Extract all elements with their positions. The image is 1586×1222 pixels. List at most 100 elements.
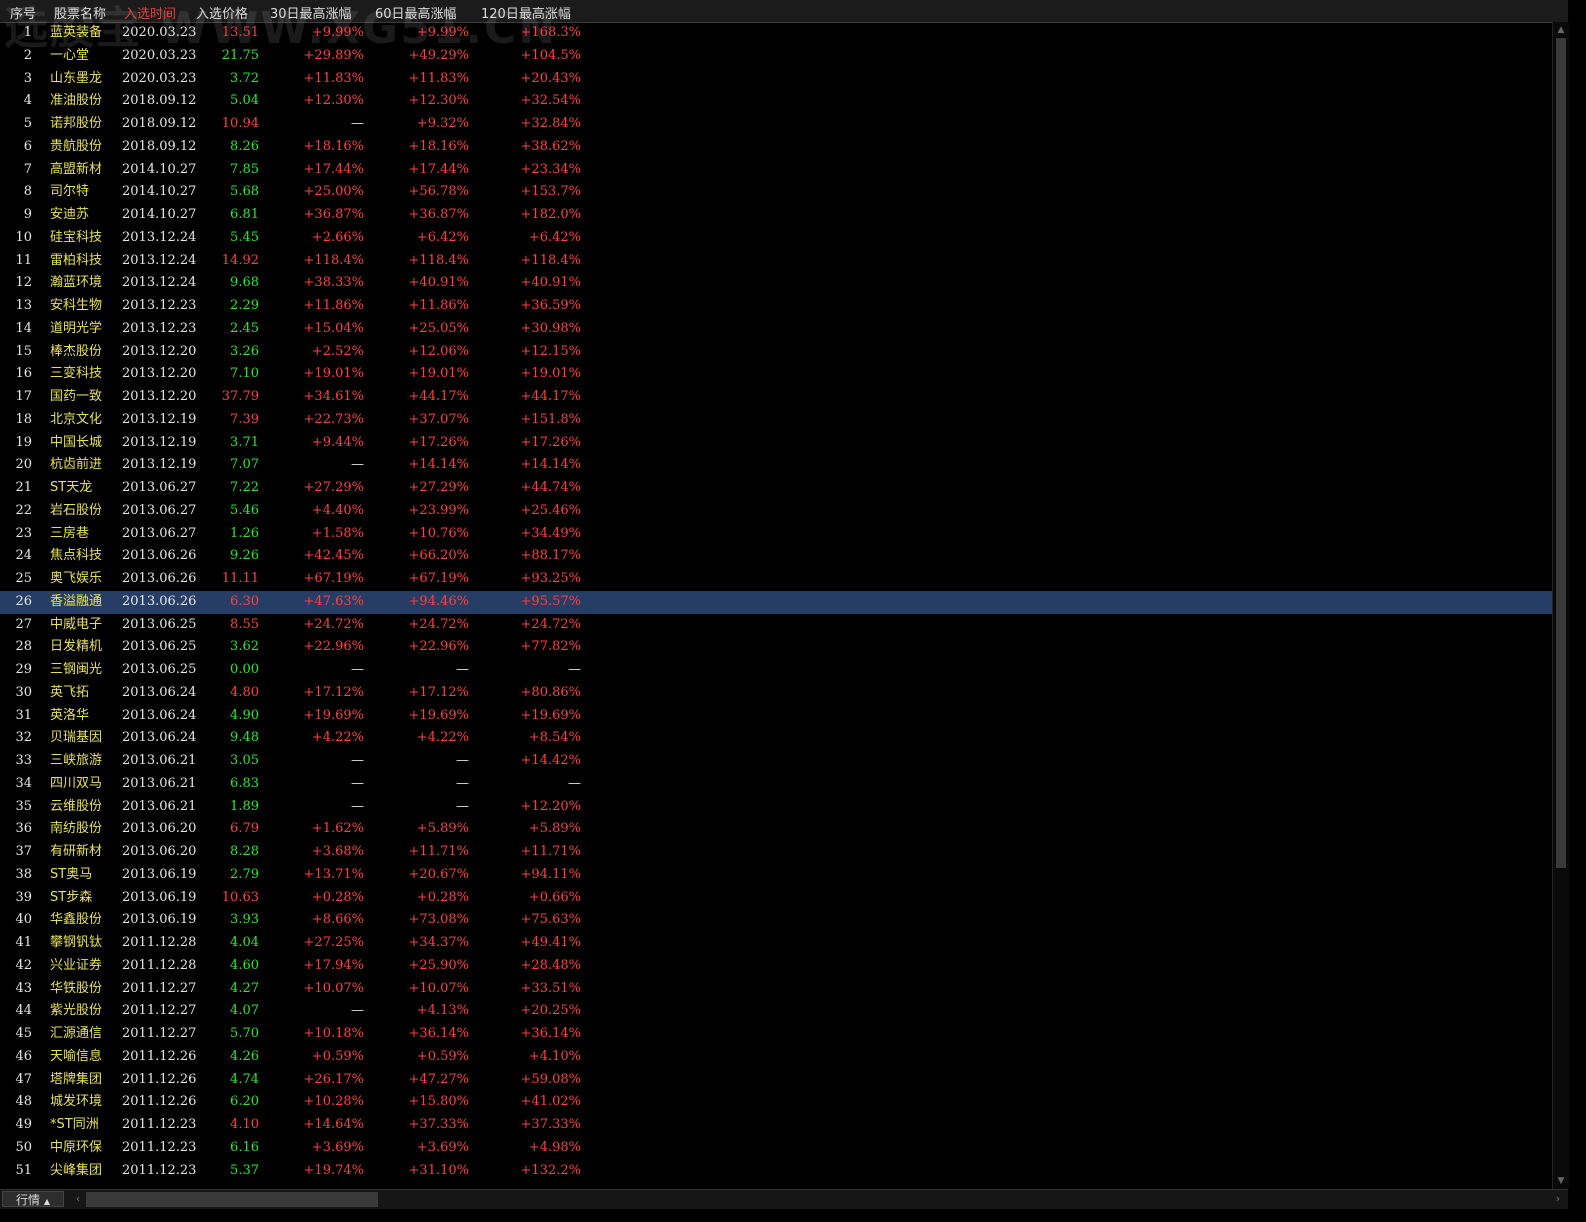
table-row[interactable]: 23 三房巷 2013.06.27 1.26 +1.58% +10.76% +34.49% (0, 523, 1552, 546)
table-row[interactable]: 48 城发环境 2011.12.26 6.20 +10.28% +15.80% +41.02… (0, 1091, 1552, 1114)
table-row[interactable]: 9 安迪苏 2014.10.27 6.81 +36.87% +36.87% +182.0% (0, 204, 1552, 227)
row-index: 20 (15, 457, 32, 473)
table-row[interactable]: 26 香溢融通 2013.06.26 6.30 +47.63% +94.46% +95.57… (0, 590, 1552, 614)
max-gain-30d: +17.12% (303, 684, 364, 700)
column-header-name[interactable]: 股票名称 (54, 3, 106, 22)
column-header-date[interactable]: 入选时间 (124, 3, 176, 22)
table-row[interactable]: 11 雷柏科技 2013.12.24 14.92 +118.4% +118.4% +118.… (0, 250, 1552, 273)
table-row[interactable]: 49 *ST同洲 2011.12.23 4.10 +14.64% +37.33% +37.3… (0, 1114, 1552, 1137)
stock-name: 蓝英装备 (50, 25, 103, 40)
column-header-gain-120[interactable]: 120日最高涨幅 (481, 3, 571, 22)
max-gain-60d: +17.44% (408, 161, 469, 177)
max-gain-60d: +6.42% (416, 229, 469, 245)
vertical-scrollbar[interactable]: ▲ ▼ (1552, 22, 1569, 1189)
table-row[interactable]: 24 焦点科技 2013.06.26 9.26 +42.45% +66.20% +88.17… (0, 545, 1552, 568)
table-row[interactable]: 40 华鑫股份 2013.06.19 3.93 +8.66% +73.08% +75.63% (0, 909, 1552, 932)
table-row[interactable]: 39 ST步森 2013.06.19 10.63 +0.28% +0.28% +0.66% (0, 887, 1552, 910)
table-row[interactable]: 45 汇源通信 2011.12.27 5.70 +10.18% +36.14% +36.14… (0, 1023, 1552, 1046)
table-row[interactable]: 20 杭齿前进 2013.12.19 7.07 — +14.14% +14.14% (0, 454, 1552, 477)
table-row[interactable]: 34 四川双马 2013.06.21 6.83 — — — (0, 773, 1552, 796)
scroll-up-arrow-icon[interactable]: ▲ (1556, 24, 1566, 36)
table-row[interactable]: 10 硅宝科技 2013.12.24 5.45 +2.66% +6.42% +6.42% (0, 227, 1552, 250)
table-row[interactable]: 42 兴业证券 2011.12.28 4.60 +17.94% +25.90% +28.48… (0, 955, 1552, 978)
max-gain-120d: +80.86% (520, 684, 581, 700)
table-row[interactable]: 46 天喻信息 2011.12.26 4.26 +0.59% +0.59% +4.10% (0, 1046, 1552, 1069)
max-gain-60d: +20.67% (408, 866, 469, 882)
table-row[interactable]: 16 三变科技 2013.12.20 7.10 +19.01% +19.01% +19.01… (0, 363, 1552, 386)
table-row[interactable]: 21 ST天龙 2013.06.27 7.22 +27.29% +27.29% +44.74… (0, 477, 1552, 500)
table-row[interactable]: 51 尖峰集团 2011.12.23 5.37 +19.74% +31.10% +132.2… (0, 1160, 1552, 1183)
table-row[interactable]: 7 高盟新材 2014.10.27 7.85 +17.44% +17.44% +23.34% (0, 159, 1552, 182)
table-row[interactable]: 37 有研新材 2013.06.20 8.28 +3.68% +11.71% +11.71% (0, 841, 1552, 864)
selection-date: 2013.06.24 (122, 730, 197, 746)
table-header: 选股宝 WWW.XG51.CN 序号 股票名称 入选时间 入选价格 30日最高涨… (0, 0, 1568, 54)
table-row[interactable]: 41 攀钢钒钛 2011.12.28 4.04 +27.25% +34.37% +49.41… (0, 932, 1552, 955)
table-row[interactable]: 19 中国长城 2013.12.19 3.71 +9.44% +17.26% +17.26% (0, 432, 1552, 455)
max-gain-120d: +40.91% (520, 275, 581, 291)
table-row[interactable]: 47 塔牌集团 2011.12.26 4.74 +26.17% +47.27% +59.08… (0, 1069, 1552, 1092)
table-row[interactable]: 18 北京文化 2013.12.19 7.39 +22.73% +37.07% +151.8… (0, 409, 1552, 432)
table-row[interactable]: 32 贝瑞基因 2013.06.24 9.48 +4.22% +4.22% +8.54% (0, 727, 1552, 750)
max-gain-30d: +17.44% (303, 161, 364, 177)
table-row[interactable]: 8 司尔特 2014.10.27 5.68 +25.00% +56.78% +153.7% (0, 181, 1552, 204)
table-row[interactable]: 15 棒杰股份 2013.12.20 3.26 +2.52% +12.06% +12.15% (0, 341, 1552, 364)
table-row[interactable]: 1 蓝英装备 2020.03.23 13.51 +9.99% +9.99% +168.3% (0, 22, 1552, 45)
table-row[interactable]: 36 南纺股份 2013.06.20 6.79 +1.62% +5.89% +5.89% (0, 818, 1552, 841)
table-row[interactable]: 22 岩石股份 2013.06.27 5.46 +4.40% +23.99% +25.46% (0, 500, 1552, 523)
stock-name: 棒杰股份 (50, 343, 103, 359)
table-row[interactable]: 5 诺邦股份 2018.09.12 10.94 — +9.32% +32.84% (0, 113, 1552, 136)
table-row[interactable]: 13 安科生物 2013.12.23 2.29 +11.86% +11.86% +36.59… (0, 295, 1552, 318)
stock-name: 山东墨龙 (50, 70, 103, 86)
table-row[interactable]: 33 三峡旅游 2013.06.21 3.05 — — +14.42% (0, 750, 1552, 773)
table-row[interactable]: 38 ST奥马 2013.06.19 2.79 +13.71% +20.67% +94.11… (0, 864, 1552, 887)
max-gain-120d: +6.42% (528, 229, 581, 245)
max-gain-60d: +0.28% (416, 889, 469, 905)
selection-price: 6.20 (230, 1094, 259, 1110)
max-gain-30d: — (351, 775, 364, 791)
selection-price: 11.11 (221, 571, 259, 586)
table-row[interactable]: 44 紫光股份 2011.12.27 4.07 — +4.13% +20.25% (0, 1000, 1552, 1023)
selection-date: 2013.06.27 (122, 502, 197, 518)
table-row[interactable]: 14 道明光学 2013.12.23 2.45 +15.04% +25.05% +30.98… (0, 318, 1552, 341)
column-header-gain-60[interactable]: 60日最高涨幅 (375, 3, 457, 22)
row-index: 31 (15, 707, 32, 723)
max-gain-60d: +9.99% (416, 25, 469, 40)
table-row[interactable]: 29 三钢闽光 2013.06.25 0.00 — — — (0, 659, 1552, 682)
max-gain-120d: — (568, 775, 581, 791)
selection-date: 2013.12.19 (122, 434, 197, 450)
selection-price: 6.79 (230, 821, 259, 837)
max-gain-60d: — (456, 798, 469, 814)
max-gain-30d: +3.68% (311, 844, 364, 859)
table-row[interactable]: 12 瀚蓝环境 2013.12.24 9.68 +38.33% +40.91% +40.91… (0, 272, 1552, 295)
table-row[interactable]: 43 华铁股份 2011.12.27 4.27 +10.07% +10.07% +33.51… (0, 978, 1552, 1001)
column-header-price[interactable]: 入选价格 (196, 3, 248, 22)
table-row[interactable]: 27 中威电子 2013.06.25 8.55 +24.72% +24.72% +24.72… (0, 614, 1552, 637)
table-row[interactable]: 28 日发精机 2013.06.25 3.62 +22.96% +22.96% +77.82… (0, 636, 1552, 659)
table-row[interactable]: 2 一心堂 2020.03.23 21.75 +29.89% +49.29% +104.5% (0, 45, 1552, 68)
stock-name: 中威电子 (50, 616, 103, 632)
stock-name: *ST同洲 (50, 1117, 99, 1132)
row-index: 30 (15, 684, 32, 700)
selection-price: 4.74 (230, 1071, 259, 1087)
table-row[interactable]: 35 云维股份 2013.06.21 1.89 — — +12.20% (0, 796, 1552, 819)
column-header-gain-30[interactable]: 30日最高涨幅 (270, 3, 352, 22)
table-row[interactable]: 17 国药一致 2013.12.20 37.79 +34.61% +44.17% +44.1… (0, 386, 1552, 409)
row-index: 21 (15, 480, 32, 495)
vertical-scroll-thumb[interactable] (1556, 38, 1566, 868)
table-row[interactable]: 4 准油股份 2018.09.12 5.04 +12.30% +12.30% +32.54% (0, 90, 1552, 113)
scroll-left-arrow-icon[interactable]: ‹ (72, 1191, 84, 1207)
table-row[interactable]: 31 英洛华 2013.06.24 4.90 +19.69% +19.69% +19.69% (0, 705, 1552, 728)
selection-price: 4.60 (230, 957, 259, 973)
table-row[interactable]: 25 奥飞娱乐 2013.06.26 11.11 +67.19% +67.19% +93.2… (0, 568, 1552, 591)
scroll-down-arrow-icon[interactable]: ▼ (1556, 1175, 1566, 1187)
table-row[interactable]: 50 中原环保 2011.12.23 6.16 +3.69% +3.69% +4.98% (0, 1137, 1552, 1160)
market-tab-button[interactable]: 行情 ▲ (2, 1191, 64, 1207)
horizontal-scroll-thumb[interactable] (86, 1192, 378, 1207)
table-row[interactable]: 30 英飞拓 2013.06.24 4.80 +17.12% +17.12% +80.86% (0, 682, 1552, 705)
table-row[interactable]: 3 山东墨龙 2020.03.23 3.72 +11.83% +11.83% +20.43% (0, 68, 1552, 91)
column-header-index[interactable]: 序号 (10, 3, 36, 22)
scroll-right-arrow-icon[interactable]: › (1552, 1191, 1564, 1207)
max-gain-30d: +38.33% (303, 275, 364, 291)
max-gain-120d: +77.82% (520, 639, 581, 655)
table-row[interactable]: 6 贵航股份 2018.09.12 8.26 +18.16% +18.16% +38.62% (0, 136, 1552, 159)
